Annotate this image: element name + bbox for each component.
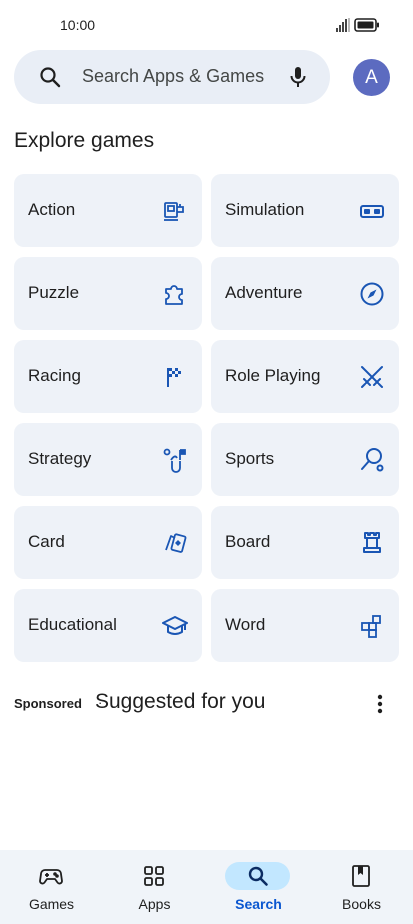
category-tile-strategy[interactable]: Strategy <box>14 423 202 496</box>
nav-label: Games <box>28 896 75 912</box>
status-bar: 10:00 <box>0 0 413 50</box>
playing-cards-icon <box>165 533 187 553</box>
suggested-title: Suggested for you <box>95 690 266 713</box>
nav-label: Apps <box>138 896 171 912</box>
graduation-cap-icon <box>162 616 188 635</box>
category-label: Sports <box>225 449 275 468</box>
category-label: Strategy <box>28 449 92 468</box>
category-tile-role-playing[interactable]: Role Playing <box>211 340 399 413</box>
puzzle-piece-icon <box>165 285 183 305</box>
category-grid: Action Simulation Puzzle Adventure Racin… <box>14 174 399 662</box>
gamepad-icon <box>39 869 63 885</box>
category-tile-board[interactable]: Board <box>211 506 399 579</box>
category-tile-simulation[interactable]: Simulation <box>211 174 399 247</box>
chess-rook-icon <box>363 532 381 553</box>
vr-headset-icon <box>360 205 384 218</box>
nav-label: Search <box>235 896 282 912</box>
account-avatar[interactable]: A <box>353 59 390 96</box>
battery-icon <box>354 18 379 32</box>
category-label: Action <box>28 200 76 219</box>
nav-item-games[interactable]: Games <box>0 850 103 924</box>
category-label: Word <box>225 615 266 634</box>
suggested-section-header: Sponsored · Suggested for you <box>14 690 399 718</box>
bookmark-book-icon <box>352 865 370 887</box>
nav-label: Books <box>342 896 381 912</box>
apps-grid-icon <box>144 866 164 886</box>
arcade-icon <box>164 202 184 221</box>
category-tile-educational[interactable]: Educational <box>14 589 202 662</box>
signal-icon <box>336 18 350 32</box>
compass-icon <box>360 282 384 306</box>
letter-tiles-icon <box>361 615 381 638</box>
search-bar[interactable]: Search Apps & Games <box>14 50 330 104</box>
nav-item-apps[interactable]: Apps <box>103 850 206 924</box>
category-label: Adventure <box>225 283 303 302</box>
microphone-icon[interactable] <box>286 65 310 89</box>
category-tile-action[interactable]: Action <box>14 174 202 247</box>
nav-item-books[interactable]: Books <box>310 850 413 924</box>
category-label: Educational <box>28 615 117 634</box>
more-vert-icon[interactable] <box>372 692 388 716</box>
strategy-icon <box>163 448 186 473</box>
crossed-swords-icon <box>361 366 383 388</box>
category-label: Board <box>225 532 271 551</box>
category-tile-adventure[interactable]: Adventure <box>211 257 399 330</box>
category-tile-sports[interactable]: Sports <box>211 423 399 496</box>
category-label: Racing <box>28 366 81 385</box>
category-label: Simulation <box>225 200 305 219</box>
category-tile-word[interactable]: Word <box>211 589 399 662</box>
search-icon <box>248 866 268 886</box>
category-tile-racing[interactable]: Racing <box>14 340 202 413</box>
search-input[interactable]: Search Apps & Games <box>82 66 264 87</box>
search-icon <box>40 67 61 88</box>
racket-icon <box>361 448 384 472</box>
bottom-navigation: Games Apps Search Books <box>0 850 413 924</box>
category-label: Card <box>28 532 65 551</box>
status-time: 10:00 <box>60 17 96 33</box>
section-title: Explore games <box>14 129 155 152</box>
checkered-flag-icon <box>167 368 181 387</box>
category-label: Role Playing <box>225 366 321 385</box>
category-label: Puzzle <box>28 283 80 302</box>
sponsored-label: Sponsored <box>14 696 82 711</box>
category-tile-card[interactable]: Card <box>14 506 202 579</box>
nav-item-search[interactable]: Search <box>207 850 310 924</box>
category-tile-puzzle[interactable]: Puzzle <box>14 257 202 330</box>
